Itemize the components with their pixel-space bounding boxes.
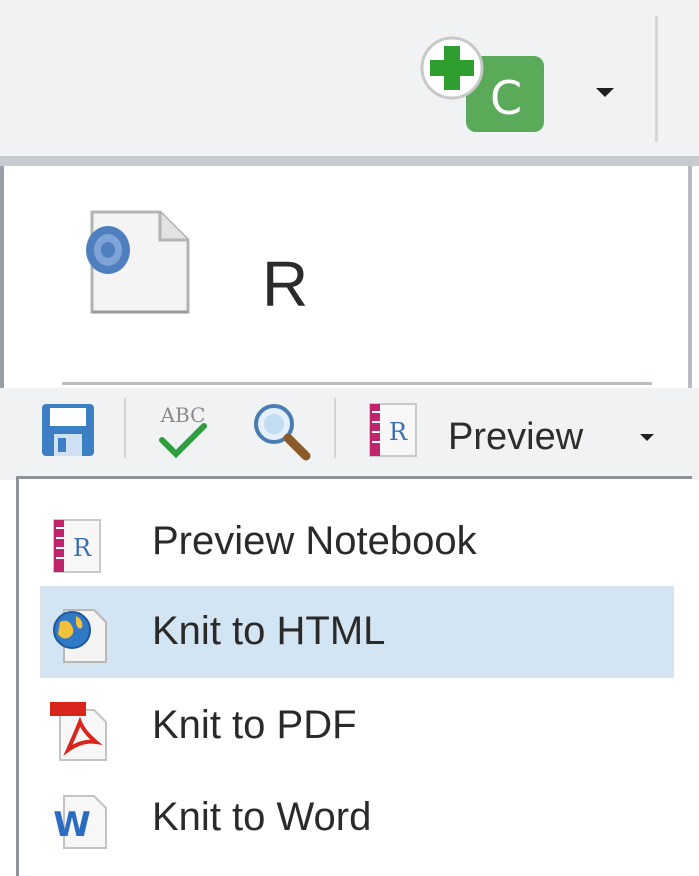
find-button[interactable] bbox=[250, 400, 312, 466]
menu-item-knit-word[interactable]: W Knit to Word bbox=[40, 772, 674, 864]
menu-item-knit-html[interactable]: Knit to HTML bbox=[40, 586, 674, 678]
toolbar-separator bbox=[334, 398, 336, 458]
r-notebook-icon: R bbox=[50, 518, 104, 578]
preview-dropdown-icon[interactable] bbox=[640, 434, 654, 441]
menu-item-label: Preview Notebook bbox=[152, 519, 477, 563]
save-icon bbox=[42, 404, 94, 456]
main-toolbar bbox=[0, 0, 699, 158]
new-file-icon: C bbox=[420, 36, 544, 132]
spellcheck-text: ABC bbox=[160, 403, 206, 427]
save-button[interactable] bbox=[40, 402, 96, 462]
editor-toolbar bbox=[0, 388, 699, 480]
menu-item-label: Knit to PDF bbox=[152, 703, 357, 747]
toolbar-separator bbox=[124, 398, 126, 458]
spellcheck-button[interactable]: ABC bbox=[150, 400, 216, 466]
new-file-dropdown-icon[interactable] bbox=[596, 88, 614, 97]
tab-title[interactable]: R bbox=[262, 248, 308, 320]
preview-notebook-button[interactable]: R bbox=[366, 402, 420, 462]
html-globe-icon bbox=[50, 608, 110, 668]
word-icon: W bbox=[50, 794, 110, 854]
r-notebook-icon: R bbox=[369, 403, 417, 457]
menu-item-knit-pdf[interactable]: Knit to PDF bbox=[40, 680, 674, 772]
search-icon bbox=[254, 404, 311, 461]
pdf-icon bbox=[50, 702, 110, 766]
notebook-letter: R bbox=[73, 534, 92, 562]
new-file-button[interactable]: C bbox=[418, 34, 568, 134]
menu-item-label: Knit to Word bbox=[152, 795, 372, 839]
tab-underline bbox=[62, 382, 652, 385]
new-file-badge: C bbox=[490, 71, 522, 125]
toolbar-border bbox=[0, 156, 699, 166]
notebook-letter: R bbox=[389, 418, 408, 446]
menu-item-preview-notebook[interactable]: R Preview Notebook bbox=[40, 496, 674, 588]
tab-border-left bbox=[0, 166, 4, 388]
tab-border-right bbox=[688, 166, 692, 388]
word-letter: W bbox=[53, 805, 91, 845]
spellcheck-icon: ABC bbox=[159, 403, 207, 459]
toolbar-separator bbox=[655, 16, 658, 142]
menu-item-label: Knit to HTML bbox=[152, 609, 386, 653]
r-file-icon bbox=[78, 208, 198, 322]
preview-button-label[interactable]: Preview bbox=[448, 414, 583, 460]
